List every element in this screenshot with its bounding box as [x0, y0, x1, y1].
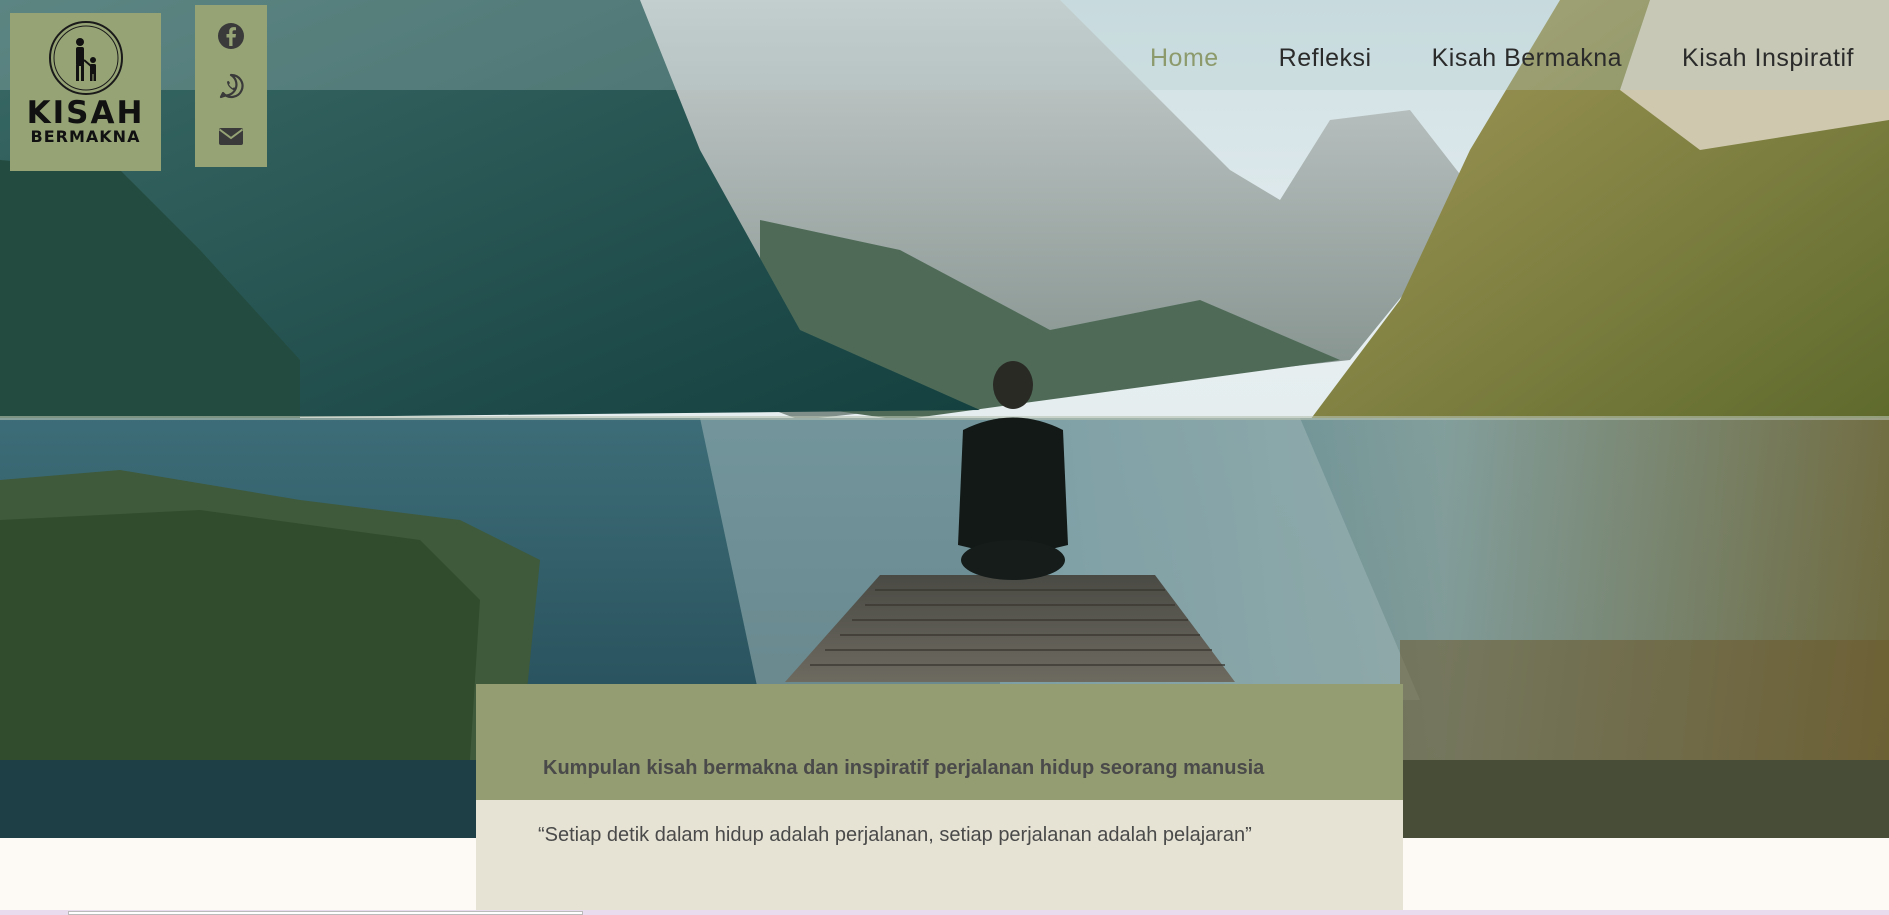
site-tagline: Kumpulan kisah bermakna dan inspiratif p…: [543, 757, 1265, 779]
envelope-icon[interactable]: [214, 119, 248, 153]
main-navigation: Home Refleksi Kisah Bermakna Kisah Inspi…: [1150, 44, 1854, 73]
intro-card-header: Kumpulan kisah bermakna dan inspiratif p…: [476, 684, 1403, 800]
intro-card: Kumpulan kisah bermakna dan inspiratif p…: [476, 684, 1403, 915]
facebook-icon[interactable]: [214, 19, 248, 53]
featured-quote: “Setiap detik dalam hidup adalah perjala…: [538, 824, 1252, 846]
nav-home[interactable]: Home: [1150, 44, 1219, 73]
parent-child-silhouette-icon: [48, 21, 123, 95]
intro-card-body: “Setiap detik dalam hidup adalah perjala…: [476, 800, 1403, 915]
social-links: [195, 5, 267, 167]
bottom-input-edge: [68, 911, 583, 915]
nav-refleksi[interactable]: Refleksi: [1279, 44, 1372, 73]
nav-kisah-inspiratif[interactable]: Kisah Inspiratif: [1682, 44, 1854, 73]
logo-subtitle: BERMAKNA: [30, 127, 141, 146]
logo-title: KISAH: [26, 95, 145, 131]
site-logo[interactable]: KISAH BERMAKNA: [10, 13, 161, 171]
whatsapp-icon[interactable]: [214, 69, 248, 103]
nav-kisah-bermakna[interactable]: Kisah Bermakna: [1432, 44, 1622, 73]
